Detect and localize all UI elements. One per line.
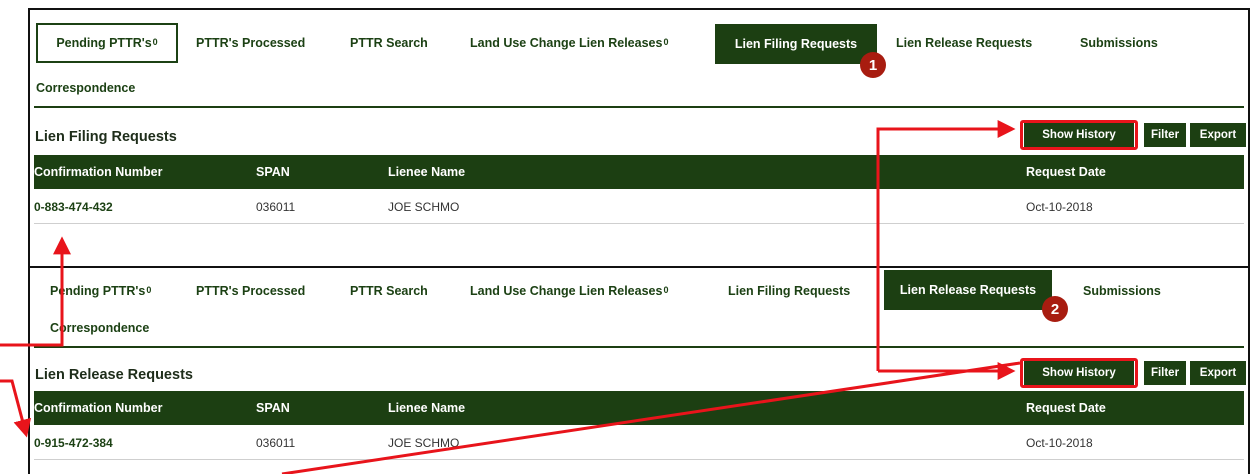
- tab-lien-filing-requests[interactable]: Lien Filing Requests: [715, 24, 877, 64]
- section-title: Lien Filing Requests: [35, 129, 177, 145]
- filter-button[interactable]: Filter: [1144, 123, 1186, 147]
- column-header-request-date[interactable]: Request Date: [1026, 155, 1106, 189]
- column-header-confirmation-number[interactable]: Confirmation Number: [34, 391, 162, 425]
- export-button[interactable]: Export: [1190, 361, 1246, 385]
- lienee-name-cell: JOE SCHMO: [388, 436, 460, 450]
- table-header: Confirmation Number SPAN Lienee Name Req…: [34, 391, 1244, 425]
- column-header-lienee-name[interactable]: Lienee Name: [388, 155, 465, 189]
- tab-pttr-search[interactable]: PTTR Search: [350, 23, 428, 63]
- span-cell: 036011: [256, 436, 296, 450]
- column-header-lienee-name[interactable]: Lienee Name: [388, 391, 465, 425]
- confirmation-number-link[interactable]: 0-915-472-384: [34, 427, 113, 459]
- confirmation-number-link[interactable]: 0-883-474-432: [34, 191, 113, 223]
- divider: [34, 346, 1244, 348]
- column-header-span[interactable]: SPAN: [256, 155, 290, 189]
- tab-pttrs-processed[interactable]: PTTR's Processed: [196, 23, 305, 63]
- request-date-cell: Oct-10-2018: [1026, 436, 1093, 450]
- tab-lien-filing-requests[interactable]: Lien Filing Requests: [728, 276, 850, 306]
- step-badge-1: 1: [860, 52, 886, 78]
- span-cell: 036011: [256, 200, 296, 214]
- tab-pttrs-processed[interactable]: PTTR's Processed: [196, 276, 305, 306]
- lien-filing-panel: Pending PTTR's 0 PTTR's Processed PTTR Se…: [28, 8, 1250, 268]
- filter-button[interactable]: Filter: [1144, 361, 1186, 385]
- table-row[interactable]: 0-883-474-432 036011 JOE SCHMO Oct-10-20…: [34, 191, 1244, 224]
- table-header: Confirmation Number SPAN Lienee Name Req…: [34, 155, 1244, 189]
- tab-submissions[interactable]: Submissions: [1083, 276, 1161, 306]
- tab-lien-release-requests[interactable]: Lien Release Requests: [884, 270, 1052, 310]
- table-row[interactable]: 0-915-472-384 036011 JOE SCHMO Oct-10-20…: [34, 427, 1244, 460]
- lienee-name-cell: JOE SCHMO: [388, 200, 460, 214]
- divider: [34, 106, 1244, 108]
- tab-land-use-change-lien-releases[interactable]: Land Use Change Lien Releases 0: [470, 23, 668, 63]
- show-history-highlight: [1020, 120, 1138, 150]
- column-header-confirmation-number[interactable]: Confirmation Number: [34, 155, 162, 189]
- step-badge-2: 2: [1042, 296, 1068, 322]
- column-header-span[interactable]: SPAN: [256, 391, 290, 425]
- tab-pending-pttrs[interactable]: Pending PTTR's 0: [50, 276, 151, 306]
- tab-pending-pttrs[interactable]: Pending PTTR's 0: [36, 23, 178, 63]
- arrow-to-lien-release-confirmation: [0, 379, 32, 438]
- tab-land-use-change-lien-releases[interactable]: Land Use Change Lien Releases 0: [470, 276, 668, 306]
- lien-release-panel: Pending PTTR's 0 PTTR's Processed PTTR Se…: [28, 266, 1250, 474]
- request-date-cell: Oct-10-2018: [1026, 200, 1093, 214]
- tab-lien-release-requests[interactable]: Lien Release Requests: [896, 23, 1032, 63]
- tab-correspondence[interactable]: Correspondence: [50, 318, 149, 338]
- export-button[interactable]: Export: [1190, 123, 1246, 147]
- section-title: Lien Release Requests: [35, 367, 193, 383]
- tab-correspondence[interactable]: Correspondence: [36, 78, 135, 98]
- tab-submissions[interactable]: Submissions: [1080, 23, 1158, 63]
- show-history-highlight: [1020, 358, 1138, 388]
- tab-pttr-search[interactable]: PTTR Search: [350, 276, 428, 306]
- column-header-request-date[interactable]: Request Date: [1026, 391, 1106, 425]
